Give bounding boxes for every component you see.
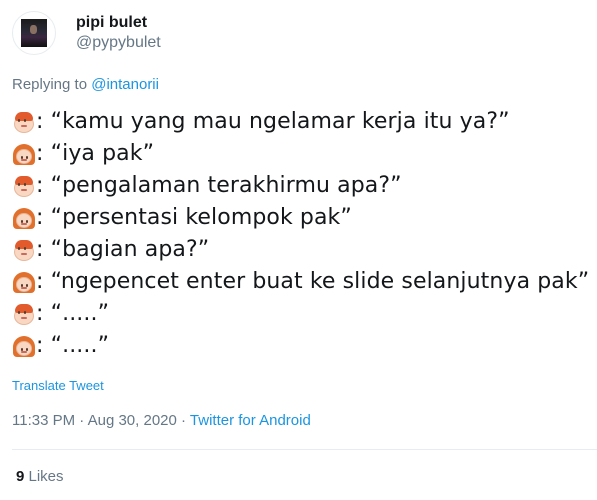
author-display-name[interactable]: pipi bulet [76, 13, 161, 33]
tweet-line-text: : “ngepencet enter buat ke slide selanju… [36, 269, 590, 294]
man-emoji-icon [12, 110, 36, 134]
tweet-line: : “ngepencet enter buat ke slide selanju… [12, 266, 592, 298]
man-emoji-icon [12, 302, 36, 326]
tweet-line: : “iya pak” [12, 138, 592, 170]
meta-separator: · [176, 412, 190, 429]
tweet-body: : “kamu yang mau ngelamar kerja itu ya?”… [12, 106, 592, 362]
tweet-line: : “kamu yang mau ngelamar kerja itu ya?” [12, 106, 592, 138]
divider [12, 449, 597, 450]
meta-separator: · [75, 412, 88, 429]
replying-prefix: Replying to [12, 76, 92, 93]
likes-stat[interactable]: 9 Likes [16, 468, 64, 485]
woman-emoji-icon [12, 334, 36, 358]
tweet-line-text: : “.....” [36, 301, 110, 326]
tweet-source-link[interactable]: Twitter for Android [190, 412, 311, 429]
tweet-meta: 11:33 PM · Aug 30, 2020 · Twitter for An… [12, 412, 311, 429]
woman-emoji-icon [12, 142, 36, 166]
tweet-line: : “pengalaman terakhirmu apa?” [12, 170, 592, 202]
woman-emoji-icon [12, 270, 36, 294]
translate-tweet-link[interactable]: Translate Tweet [12, 378, 104, 393]
tweet-line-text: : “persentasi kelompok pak” [36, 205, 352, 230]
tweet-header: pipi bulet @pypybulet [12, 8, 161, 58]
avatar[interactable] [12, 11, 56, 55]
man-emoji-icon [12, 238, 36, 262]
replying-to: Replying to @intanorii [12, 76, 159, 93]
tweet-line-text: : “iya pak” [36, 141, 155, 166]
tweet-line: : “.....” [12, 330, 592, 362]
man-emoji-icon [12, 174, 36, 198]
woman-emoji-icon [12, 206, 36, 230]
author-names: pipi bulet @pypybulet [76, 13, 161, 53]
tweet-line-text: : “bagian apa?” [36, 237, 210, 262]
tweet-line: : “.....” [12, 298, 592, 330]
tweet-date[interactable]: Aug 30, 2020 [88, 412, 177, 429]
tweet-line: : “persentasi kelompok pak” [12, 202, 592, 234]
tweet-line-text: : “pengalaman terakhirmu apa?” [36, 173, 402, 198]
tweet-line: : “bagian apa?” [12, 234, 592, 266]
tweet-line-text: : “kamu yang mau ngelamar kerja itu ya?” [36, 109, 510, 134]
author-handle[interactable]: @pypybulet [76, 33, 161, 53]
avatar-image [21, 19, 47, 47]
tweet-time[interactable]: 11:33 PM [12, 412, 75, 429]
tweet-line-text: : “.....” [36, 333, 110, 358]
reply-to-handle-link[interactable]: @intanorii [91, 76, 159, 93]
likes-label: Likes [24, 468, 64, 485]
